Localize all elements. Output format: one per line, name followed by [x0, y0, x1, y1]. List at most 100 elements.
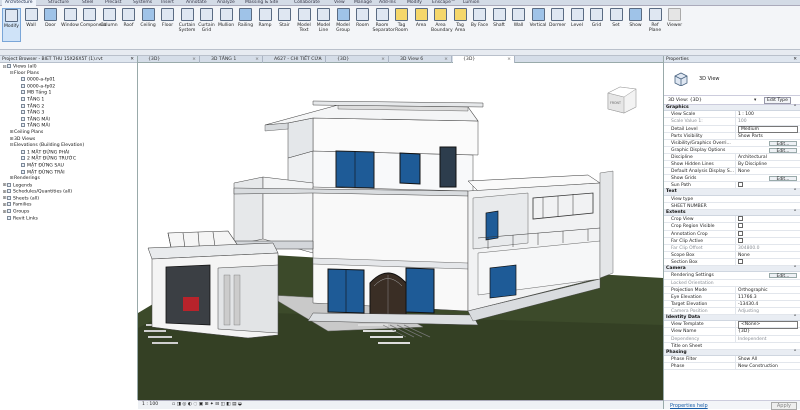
property-value[interactable]: 1 : 100 — [735, 111, 800, 119]
close-icon[interactable]: × — [318, 56, 322, 63]
view-tab[interactable]: 3D TẦNG 1 × — [201, 56, 263, 63]
close-icon[interactable]: ✕ — [130, 56, 134, 63]
property-value[interactable]: Adjusting — [735, 307, 800, 315]
tool-23[interactable]: Tag Area — [451, 8, 470, 42]
tree-item[interactable]: ⊟ Views (all) — [0, 64, 137, 71]
tree-item[interactable]: TẦNG 1 — [0, 96, 137, 104]
property-row[interactable]: Show Hidden Lines By Discipline — [664, 161, 800, 169]
tool-30[interactable]: Grid — [587, 8, 606, 42]
tool-12[interactable]: Railing — [236, 8, 255, 42]
view-tab[interactable]: {3D} × — [327, 56, 389, 63]
property-value[interactable] — [735, 230, 800, 238]
tree-item[interactable]: ⊞Ceiling Plans — [0, 130, 137, 137]
tree-item[interactable]: TẦNG MÁI — [0, 116, 137, 124]
property-row[interactable]: Section Box — [664, 258, 800, 267]
property-value[interactable] — [735, 216, 800, 224]
tool-22[interactable]: Area Boundary — [431, 8, 453, 42]
property-row[interactable]: Far Clip Active — [664, 237, 800, 245]
property-row[interactable]: Phase Filter Show All — [664, 356, 800, 364]
tool-4[interactable]: Component — [80, 8, 106, 42]
tree-item[interactable]: 2 MẶT ĐỨNG TRƯỚC — [0, 156, 137, 163]
close-icon[interactable]: ✕ — [793, 56, 797, 63]
tree-item[interactable]: TẦNG 2 — [0, 103, 137, 111]
tree-item[interactable]: MB Tầng 1 — [0, 90, 137, 97]
edit-button[interactable]: Edit... — [769, 273, 797, 279]
tree-item[interactable]: ⊞ Groups — [0, 209, 137, 216]
tool-16[interactable]: Model Line — [314, 8, 333, 42]
tree-item[interactable]: ⊞ Sheets (all) — [0, 195, 137, 203]
tool-24[interactable]: By Face — [470, 8, 489, 42]
tool-14[interactable]: Stair — [275, 8, 294, 42]
view-tab[interactable]: {3D} × — [453, 56, 515, 63]
property-row[interactable]: Discipline Architectural — [664, 153, 800, 162]
tool-32[interactable]: Show — [626, 8, 645, 42]
tool-21[interactable]: Area — [412, 8, 431, 42]
property-row[interactable]: Crop Region Visible — [664, 223, 800, 231]
property-row[interactable]: Locked Orientation — [664, 280, 800, 287]
tool-20[interactable]: Tag Room — [392, 8, 411, 42]
dropdown-icon[interactable]: ▾ — [754, 98, 756, 103]
checkbox[interactable] — [738, 182, 743, 188]
checkbox[interactable] — [738, 258, 743, 264]
tool-34[interactable]: Viewer — [665, 8, 684, 42]
tool-2[interactable]: Door — [41, 8, 60, 42]
checkbox[interactable] — [738, 216, 743, 222]
tree-item[interactable]: 0000-a-fp01 — [0, 77, 137, 84]
tree-item[interactable]: TẦNG 3 — [0, 110, 137, 117]
edit-type-button[interactable]: Edit Type — [764, 97, 791, 104]
view-tab[interactable]: {3D} × — [138, 56, 200, 63]
tool-13[interactable]: Ramp — [256, 8, 275, 42]
close-icon[interactable]: × — [192, 56, 196, 63]
property-row[interactable]: Far Clip Offset 304800.0 — [664, 244, 800, 252]
view-control-icons[interactable]: ▫ ◨ ◎ ◐ ◌ ▣ ⊞ ✦ ⊟ ◫ ◧ ▤ ◒ — [172, 402, 242, 407]
tree-item[interactable]: ⊞ Schedules/Quantities (all) — [0, 189, 137, 196]
tree-item[interactable]: ⊟Floor Plans — [0, 71, 137, 78]
tool-6[interactable]: Roof — [119, 8, 138, 42]
property-value[interactable] — [735, 258, 800, 267]
checkbox[interactable] — [738, 223, 743, 229]
tree-item[interactable]: 0000-a-fp02 — [0, 83, 137, 91]
property-value[interactable]: 304800.0 — [735, 244, 800, 252]
tool-26[interactable]: Wall — [509, 8, 528, 42]
tool-5[interactable]: Column — [100, 8, 119, 42]
property-row[interactable]: Visibility/Graphics Overri... Edit... — [664, 140, 800, 147]
tool-8[interactable]: Floor — [158, 8, 177, 42]
tool-1[interactable]: Wall — [22, 8, 41, 42]
tool-15[interactable]: Model Text — [295, 8, 314, 42]
property-value[interactable]: -13430.4 — [735, 300, 800, 308]
property-value[interactable]: Show Parts — [735, 132, 800, 140]
tree-item[interactable]: TẦNG MÁI — [0, 123, 137, 130]
property-row[interactable]: Default Analysis Display S... None — [664, 168, 800, 176]
tool-3[interactable]: Window — [61, 8, 80, 42]
property-row[interactable]: SHEET NUMBER — [664, 203, 800, 210]
property-row[interactable]: Target Elevation -13430.4 — [664, 300, 800, 308]
property-row[interactable]: Show Grids Edit... — [664, 175, 800, 183]
filter-select[interactable]: 3D View: {3D} — [668, 98, 702, 103]
tree-item[interactable]: ⊞ Legends — [0, 182, 137, 190]
property-value[interactable]: 11766.3 — [735, 293, 800, 301]
property-value[interactable]: None — [735, 251, 800, 259]
tool-17[interactable]: Model Group — [334, 8, 353, 42]
property-row[interactable]: Camera Position Adjusting — [664, 307, 800, 315]
tool-27[interactable]: Vertical — [529, 8, 548, 42]
tree-item[interactable]: ⊟Elevations (Building Elevation) — [0, 143, 137, 150]
property-value[interactable]: None — [735, 168, 800, 176]
view-tab[interactable]: 3D View 6 × — [390, 56, 452, 63]
property-value[interactable]: By Discipline — [735, 161, 800, 169]
close-icon[interactable]: × — [255, 56, 259, 63]
close-icon[interactable]: × — [507, 56, 511, 63]
property-row[interactable]: Detail Level Medium — [664, 125, 800, 134]
checkbox[interactable] — [738, 230, 743, 236]
property-row[interactable]: View Template <None> — [664, 321, 800, 329]
property-row[interactable]: Crop View — [664, 216, 800, 224]
edit-button[interactable]: Edit... — [769, 147, 797, 154]
tree-item[interactable]: ⊞ Families — [0, 202, 137, 209]
property-row[interactable]: Dependency Independent — [664, 335, 800, 343]
viewcube[interactable]: FRONT — [607, 86, 637, 114]
property-value[interactable]: Independent — [735, 335, 800, 343]
tool-19[interactable]: Room Separator — [373, 8, 395, 42]
tool-31[interactable]: Set — [607, 8, 626, 42]
property-value[interactable]: Orthographic — [735, 286, 800, 294]
tool-18[interactable]: Room — [353, 8, 372, 42]
property-value[interactable] — [735, 237, 800, 245]
